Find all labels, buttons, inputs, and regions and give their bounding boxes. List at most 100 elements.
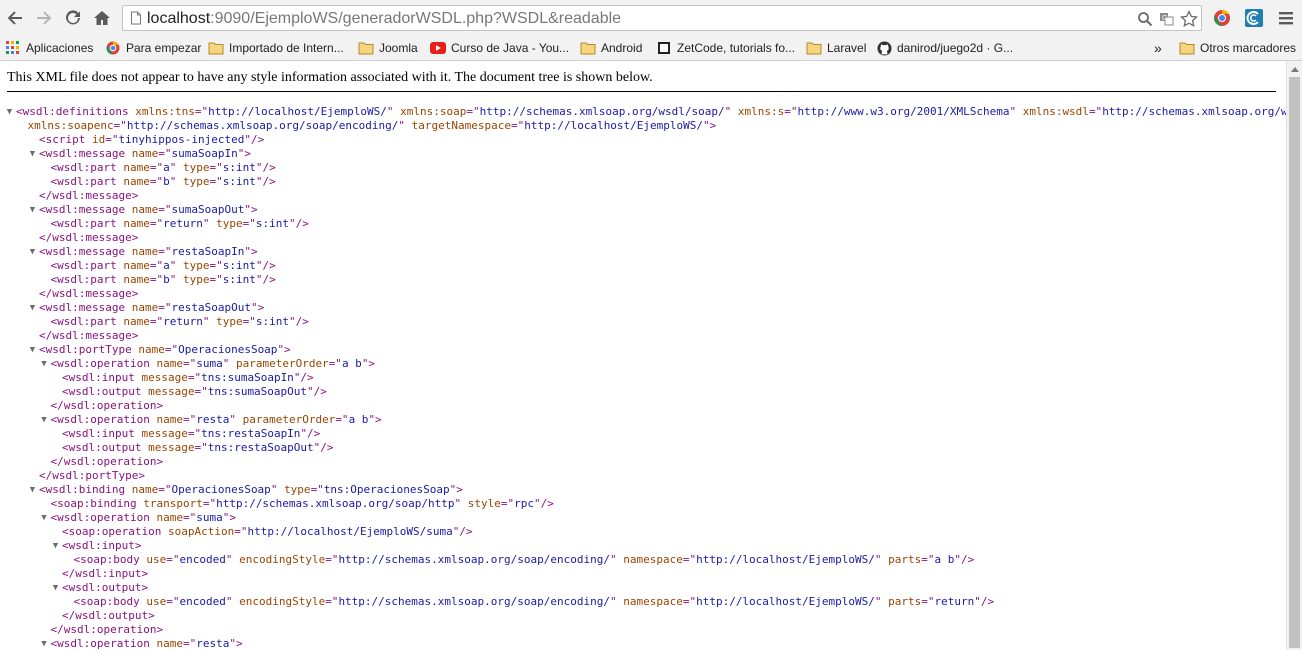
xml-attr-name: xmlns:tns	[135, 105, 195, 118]
youtube-icon	[430, 40, 446, 56]
xml-line: <wsdl:input message="tns:sumaSoapIn"/>	[62, 371, 314, 385]
xml-attr-name: name	[131, 203, 159, 216]
xml-attr-name: parameterOrder	[242, 413, 336, 426]
xml-attr-value: restaSoapIn	[171, 245, 245, 258]
xml-line: <script id="tinyhippos-injected"/>	[39, 133, 264, 147]
xml-attr-name: message	[141, 427, 188, 440]
xml-tag-text: ="	[194, 105, 209, 118]
bookmark-para-empezar[interactable]: Para empezar	[105, 39, 201, 57]
extension-button-1[interactable]	[1210, 6, 1234, 30]
xml-tag-text: ">	[361, 357, 376, 370]
translate-button[interactable]: G	[1158, 10, 1176, 28]
xml-attr-name: xmlns:soap	[400, 105, 467, 118]
bookmark-apps[interactable]: Aplicaciones	[5, 39, 93, 57]
xml-attr-name: name	[123, 161, 150, 174]
back-button[interactable]	[3, 6, 27, 30]
xml-tag-text: ="	[164, 343, 179, 356]
bookmark-joomla[interactable]: Joomla	[358, 39, 418, 57]
address-bar[interactable]: localhost:9090/EjemploWS/generadorWSDL.p…	[122, 5, 1202, 31]
xml-line: </wsdl:operation>	[51, 399, 164, 413]
reload-button[interactable]	[61, 6, 85, 30]
xml-attr-name: style	[467, 497, 501, 510]
xml-tag-text: ">	[229, 637, 243, 650]
xml-style-notice: This XML file does not appear to have an…	[7, 70, 653, 85]
bookmark-star-button[interactable]	[1180, 10, 1198, 28]
xml-tag-text: <wsdl:input	[62, 427, 142, 440]
xml-tag-text: ="	[166, 595, 180, 608]
bookmark-github-juego2d[interactable]: danirod/juego2d · G...	[876, 39, 1013, 57]
xml-attr-name: encodingStyle	[239, 553, 326, 566]
vertical-scrollbar[interactable]	[1286, 61, 1302, 650]
xml-attr-value: http://localhost/EjemploWS/	[524, 119, 704, 132]
bookmark-otros-marcadores[interactable]: Otros marcadores	[1179, 39, 1296, 57]
forward-button[interactable]	[32, 6, 56, 30]
xml-tag-text: </wsdl:operation>	[50, 623, 164, 636]
xml-line: <wsdl:input message="tns:restaSoapIn"/>	[62, 427, 320, 441]
bookmark-label: Laravel	[827, 41, 867, 55]
zoom-button[interactable]	[1136, 10, 1154, 28]
xml-tag-text: <wsdl:operation	[50, 511, 157, 524]
xml-attr-value: resta	[196, 413, 230, 426]
bookmark-curso-java[interactable]: Curso de Java - You...	[430, 39, 569, 57]
xml-tag-text: <wsdl:part	[50, 273, 124, 286]
collapse-toggle-icon[interactable]: ▼	[28, 245, 37, 259]
xml-tag-text: <wsdl:output	[62, 441, 149, 454]
xml-attr-value: http://schemas.xmlsoap.org/wsdl/	[1102, 105, 1286, 118]
xml-tag-text: <wsdl:binding	[39, 483, 132, 496]
bookmark-zetcode[interactable]: ZetCode, tutorials fo...	[656, 39, 795, 57]
xml-line: ▼ <wsdl:operation name="suma">	[41, 511, 236, 525]
xml-tag-text: ="	[149, 161, 164, 174]
scroll-up-button[interactable]	[1287, 61, 1302, 77]
xml-line: <wsdl:part name="b" type="s:int"/>	[51, 273, 276, 287]
bookmarks-overflow-chevron[interactable]: »	[1154, 39, 1162, 57]
collapse-toggle-icon[interactable]: ▼	[40, 413, 49, 427]
xml-attr-value: sumaSoapIn	[171, 147, 238, 160]
xml-line: ▼ <wsdl:message name="sumaSoapOut">	[30, 203, 258, 217]
url-text[interactable]: localhost:9090/EjemploWS/generadorWSDL.p…	[147, 9, 621, 29]
xml-attr-name: name	[131, 147, 159, 160]
extension-button-2[interactable]	[1242, 6, 1266, 30]
xml-tag-text: <wsdl:operation	[50, 413, 157, 426]
xml-attr-name: type	[284, 483, 311, 496]
xml-tag-text: ="	[242, 315, 256, 328]
xml-tag-text: ="	[182, 511, 197, 524]
collapse-toggle-icon[interactable]: ▼	[51, 581, 60, 595]
chrome-menu-button[interactable]	[1274, 6, 1298, 30]
xml-attr-name: name	[156, 357, 183, 370]
collapse-toggle-icon[interactable]: ▼	[40, 357, 49, 371]
xml-tag-text: "	[874, 553, 889, 566]
collapse-toggle-icon[interactable]: ▼	[28, 301, 37, 315]
xml-attr-value: a b	[934, 553, 955, 566]
bookmark-laravel[interactable]: Laravel	[806, 39, 866, 57]
xml-tag-text: "	[169, 175, 183, 188]
xml-tag-text: ">	[250, 301, 265, 314]
xml-tag-text: ="	[158, 301, 172, 314]
xml-attr-name: name	[156, 511, 183, 524]
translate-icon: G	[1160, 13, 1174, 26]
collapse-toggle-icon[interactable]: ▼	[28, 343, 37, 357]
xml-tag-text: ="	[466, 105, 480, 118]
xml-tag-text: <wsdl:definitions	[16, 105, 136, 118]
xml-attr-name: type	[182, 161, 210, 174]
collapse-toggle-icon[interactable]: ▼	[40, 511, 49, 525]
xml-line: ▼ <wsdl:message name="restaSoapOut">	[30, 301, 265, 315]
xml-tag-text: "	[222, 357, 236, 370]
bookmark-importado[interactable]: Importado de Intern...	[208, 39, 344, 57]
xml-tag-text: </wsdl:message>	[39, 329, 139, 342]
collapse-toggle-icon[interactable]: ▼	[5, 105, 14, 119]
xml-line: </wsdl:output>	[62, 609, 155, 623]
collapse-toggle-icon[interactable]: ▼	[28, 203, 37, 217]
collapse-toggle-icon[interactable]: ▼	[28, 483, 37, 497]
bookmark-android[interactable]: Android	[580, 39, 642, 57]
xml-attr-value: return	[163, 217, 203, 230]
collapse-toggle-icon[interactable]: ▼	[40, 637, 49, 650]
collapse-toggle-icon[interactable]: ▼	[28, 147, 37, 161]
collapse-toggle-icon[interactable]: ▼	[51, 539, 60, 553]
xml-tag-text: ">	[277, 343, 291, 356]
scroll-thumb[interactable]	[1289, 77, 1300, 648]
xml-tag-text: ="	[149, 315, 164, 328]
xml-tag-text: ">	[222, 511, 236, 524]
reload-icon	[66, 10, 80, 25]
xml-tag-text: "/>	[255, 259, 276, 272]
home-button[interactable]	[90, 6, 114, 30]
